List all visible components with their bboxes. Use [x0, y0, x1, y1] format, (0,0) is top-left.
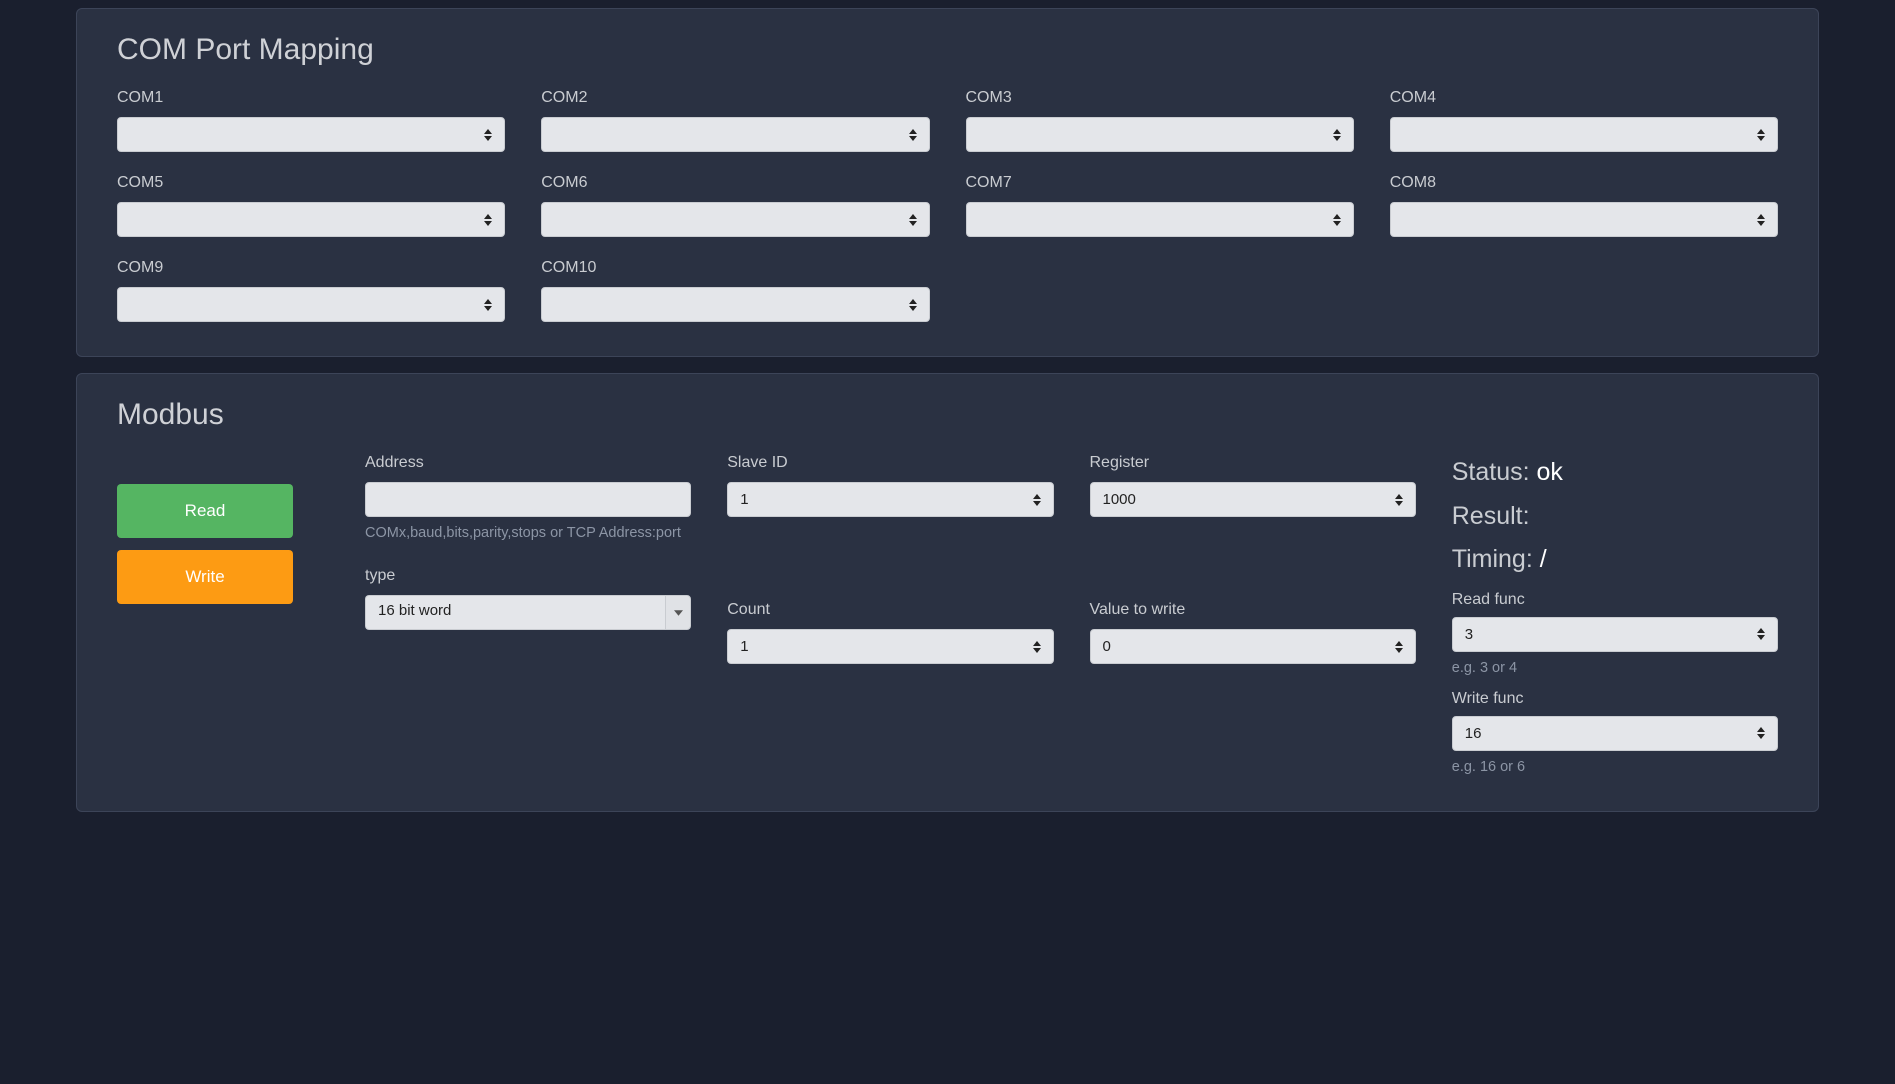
write-func-help: e.g. 16 or 6	[1452, 757, 1778, 777]
register-label: Register	[1090, 454, 1416, 472]
count-label: Count	[727, 601, 1053, 619]
com-port-input[interactable]	[966, 117, 1354, 152]
status-line: Status: ok	[1452, 454, 1778, 492]
com-port-field: COM4	[1390, 89, 1778, 152]
com-port-label: COM6	[541, 174, 929, 192]
com-port-label: COM4	[1390, 89, 1778, 107]
write-func-input[interactable]	[1452, 716, 1778, 751]
com-port-field: COM2	[541, 89, 929, 152]
modbus-button-column: Read Write	[117, 454, 329, 616]
com-port-field: COM7	[966, 174, 1354, 237]
modbus-col-2: Slave ID Count	[727, 454, 1053, 664]
com-port-input[interactable]	[541, 117, 929, 152]
com-port-label: COM7	[966, 174, 1354, 192]
read-func-label: Read func	[1452, 591, 1778, 609]
com-port-field: COM9	[117, 259, 505, 322]
type-label: type	[365, 567, 691, 585]
write-func-label: Write func	[1452, 690, 1778, 708]
slave-id-input[interactable]	[727, 482, 1053, 517]
com-port-label: COM5	[117, 174, 505, 192]
read-func-help: e.g. 3 or 4	[1452, 658, 1778, 678]
com-port-input[interactable]	[966, 202, 1354, 237]
com-port-field: COM1	[117, 89, 505, 152]
com-port-field: COM8	[1390, 174, 1778, 237]
com-port-label: COM10	[541, 259, 929, 277]
value-to-write-label: Value to write	[1090, 601, 1416, 619]
com-port-mapping-card: COM Port Mapping COM1 COM2 COM3 COM4 COM5 COM…	[76, 8, 1819, 357]
com-port-field: COM6	[541, 174, 929, 237]
value-to-write-input[interactable]	[1090, 629, 1416, 664]
result-label: Result:	[1452, 502, 1530, 530]
register-input[interactable]	[1090, 482, 1416, 517]
result-line: Result:	[1452, 498, 1778, 536]
type-select[interactable]: 16 bit word	[365, 595, 691, 630]
type-select-value: 16 bit word	[365, 595, 665, 630]
com-section-title: COM Port Mapping	[117, 33, 1778, 67]
address-label: Address	[365, 454, 691, 472]
com-port-field: COM3	[966, 89, 1354, 152]
com-port-label: COM8	[1390, 174, 1778, 192]
com-port-field: COM5	[117, 174, 505, 237]
slave-id-label: Slave ID	[727, 454, 1053, 472]
timing-label: Timing:	[1452, 545, 1533, 573]
timing-line: Timing: /	[1452, 541, 1778, 579]
timing-value: /	[1540, 545, 1547, 573]
com-port-label: COM2	[541, 89, 929, 107]
com-port-input[interactable]	[541, 202, 929, 237]
com-port-input[interactable]	[117, 202, 505, 237]
status-value: ok	[1537, 458, 1563, 486]
com-port-label: COM3	[966, 89, 1354, 107]
status-label: Status:	[1452, 458, 1530, 486]
modbus-section-title: Modbus	[117, 398, 1778, 432]
com-port-label: COM9	[117, 259, 505, 277]
chevron-down-icon	[665, 595, 691, 630]
write-button[interactable]: Write	[117, 550, 293, 604]
modbus-card: Modbus Read Write Address COMx,baud,bits…	[76, 373, 1819, 812]
count-input[interactable]	[727, 629, 1053, 664]
address-input[interactable]	[365, 482, 691, 517]
read-func-input[interactable]	[1452, 617, 1778, 652]
com-port-input[interactable]	[541, 287, 929, 322]
modbus-status-column: Status: ok Result: Timing: / Read func	[1452, 454, 1778, 777]
com-port-field: COM10	[541, 259, 929, 322]
com-port-input[interactable]	[117, 287, 505, 322]
com-port-label: COM1	[117, 89, 505, 107]
address-help-text: COMx,baud,bits,parity,stops or TCP Addre…	[365, 523, 691, 543]
com-port-input[interactable]	[1390, 202, 1778, 237]
modbus-col-3: Register Value to write	[1090, 454, 1416, 664]
read-button[interactable]: Read	[117, 484, 293, 538]
modbus-col-1: Address COMx,baud,bits,parity,stops or T…	[365, 454, 691, 630]
com-port-input[interactable]	[1390, 117, 1778, 152]
com-port-input[interactable]	[117, 117, 505, 152]
